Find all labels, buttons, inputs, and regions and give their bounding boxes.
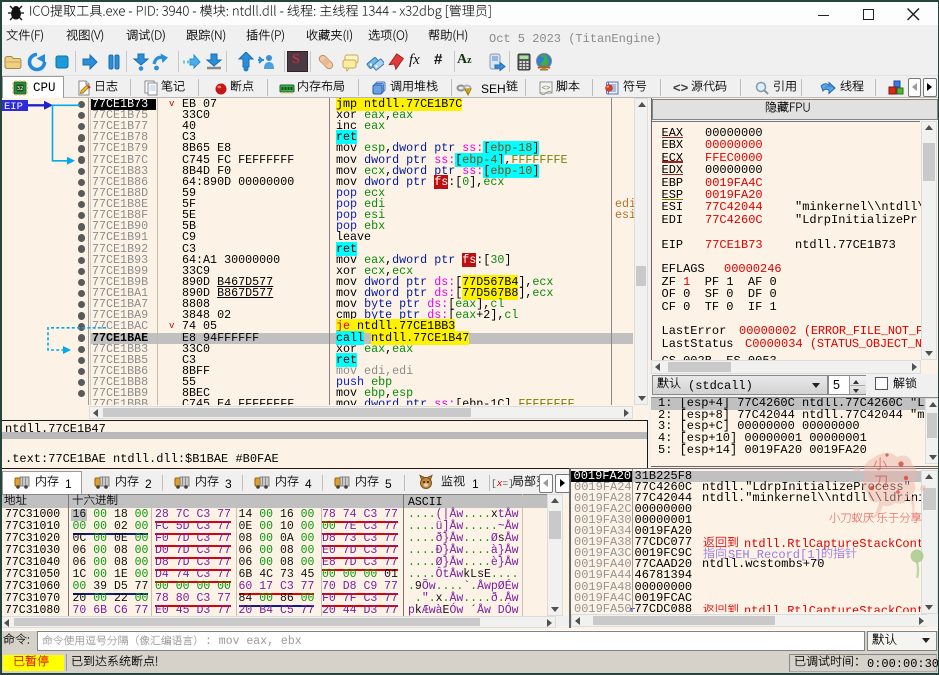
svg-text:!: ! [467,90,468,96]
svg-text:32: 32 [17,86,24,92]
svg-text:<>: <> [542,85,550,92]
svg-text:EIP: EIP [4,101,23,113]
